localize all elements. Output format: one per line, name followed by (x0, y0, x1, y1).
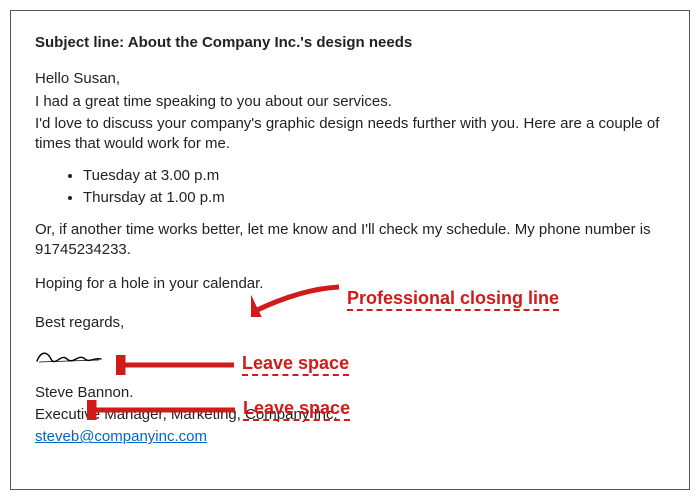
sender-block: Steve Bannon. Executive Manager, Marketi… (35, 383, 665, 448)
list-item: Thursday at 1.00 p.m (83, 188, 665, 208)
email-card: Subject line: About the Company Inc.'s d… (10, 10, 690, 490)
handwritten-signature (35, 347, 665, 369)
subject-text: About the Company Inc.'s design needs (128, 34, 412, 51)
subject-line: Subject line: About the Company Inc.'s d… (35, 33, 665, 53)
signature-icon (35, 347, 105, 369)
alternative-line: Or, if another time works better, let me… (35, 220, 665, 261)
intro-line-1: I had a great time speaking to you about… (35, 92, 665, 112)
closing-line: Hoping for a hole in your calendar. (35, 274, 665, 294)
sender-title: Executive Manager, Marketing, Company In… (35, 405, 665, 425)
sender-email-link[interactable]: steveb@companyinc.com (35, 428, 207, 445)
intro-line-2: I'd love to discuss your company's graph… (35, 114, 665, 155)
signoff: Best regards, (35, 313, 665, 333)
list-item: Tuesday at 3.00 p.m (83, 166, 665, 186)
page: Subject line: About the Company Inc.'s d… (0, 0, 700, 500)
sender-name: Steve Bannon. (35, 383, 665, 403)
greeting: Hello Susan, (35, 69, 665, 89)
subject-prefix: Subject line: (35, 34, 128, 51)
proposed-times-list: Tuesday at 3.00 p.m Thursday at 1.00 p.m (35, 166, 665, 208)
